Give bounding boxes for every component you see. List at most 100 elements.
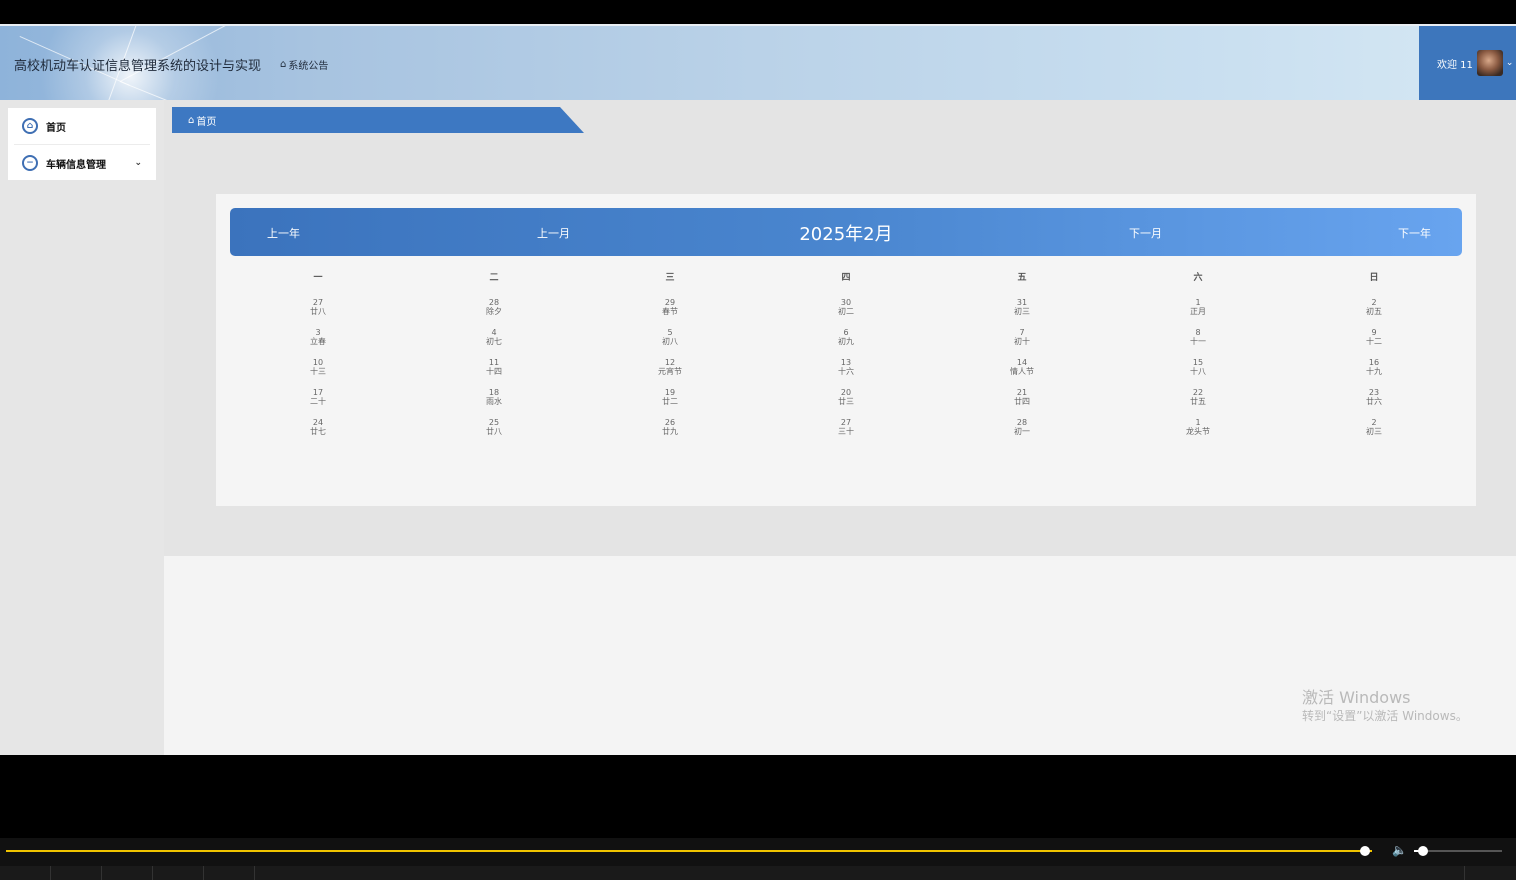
calendar-day[interactable]: 19 廿二 [582,388,758,418]
taskbar-divider [50,866,51,880]
calendar-day[interactable]: 24 廿七 [230,418,406,448]
lunar-date: 龙头节 [1186,427,1210,436]
home-icon: ⌂ [188,114,195,126]
sidebar-item-home[interactable]: ⌂ 首页 [8,108,156,144]
sidebar: ⌂ 首页 − 车辆信息管理 ⌄ [0,100,164,755]
sidebar-item-vehicle-info[interactable]: − 车辆信息管理 ⌄ [14,144,150,181]
calendar-day[interactable]: 23 廿六 [1286,388,1462,418]
day-number: 28 [1016,418,1028,427]
calendar-day[interactable]: 17 二十 [230,388,406,418]
calendar-day[interactable]: 3 立春 [230,328,406,358]
day-number: 27 [312,298,324,307]
chevron-down-icon: ⌄ [134,158,142,168]
calendar-day[interactable]: 5 初八 [582,328,758,358]
calendar-day[interactable]: 30 初二 [758,298,934,328]
weekday-label: 日 [1369,273,1379,283]
lunar-date: 除夕 [486,307,502,316]
notice-label: 系统公告 [288,61,329,72]
day-number: 14 [1016,358,1028,367]
calendar-day[interactable]: 26 廿九 [582,418,758,448]
volume-handle[interactable] [1417,846,1428,856]
calendar-day[interactable]: 14 情人节 [934,358,1110,388]
calendar-day[interactable]: 25 廿八 [406,418,582,448]
calendar-day[interactable]: 22 廿五 [1110,388,1286,418]
day-number: 2 [1371,298,1377,307]
lunar-date: 正月 [1190,307,1206,316]
lunar-date: 十六 [838,367,854,376]
lunar-date: 廿三 [838,397,854,406]
calendar-day[interactable]: 9 十二 [1286,328,1462,358]
progress-handle[interactable] [1360,846,1371,856]
calendar-day[interactable]: 11 十四 [406,358,582,388]
calendar-day[interactable]: 16 十九 [1286,358,1462,388]
next-month-button[interactable]: 下一月 [1129,225,1162,241]
app-title: 高校机动车认证信息管理系统的设计与实现 [14,59,262,74]
lunar-date: 廿八 [310,307,326,316]
avatar[interactable] [1476,50,1503,76]
lunar-date: 春节 [662,307,678,316]
calendar-day[interactable]: 28 初一 [934,418,1110,448]
prev-month-button[interactable]: 上一月 [537,225,570,241]
lunar-date: 元宵节 [658,367,682,376]
calendar-day[interactable]: 7 初十 [934,328,1110,358]
day-number: 26 [664,418,676,427]
calendar-day[interactable]: 2 初五 [1286,298,1462,328]
progress-bar[interactable] [6,850,1372,852]
taskbar-divider [1464,866,1465,880]
taskbar-divider [203,866,204,880]
lunar-date: 十三 [310,367,326,376]
calendar-header: 2025年2月 上一年 上一月 下一月 下一年 [230,208,1462,256]
day-number: 13 [840,358,852,367]
day-number: 5 [667,328,673,337]
lunar-date: 廿七 [310,427,326,436]
calendar-day[interactable]: 8 十一 [1110,328,1286,358]
calendar-day[interactable]: 4 初七 [406,328,582,358]
calendar-day[interactable]: 13 十六 [758,358,934,388]
calendar-day[interactable]: 1 正月 [1110,298,1286,328]
calendar-day[interactable]: 10 十三 [230,358,406,388]
calendar-day[interactable]: 27 廿八 [230,298,406,328]
lunar-date: 十九 [1366,367,1382,376]
day-number: 15 [1192,358,1204,367]
lunar-date: 初十 [1014,337,1030,346]
taskbar-divider [254,866,255,880]
breadcrumb[interactable]: ⌂ 首页 [172,107,584,133]
calendar-title: 2025年2月 [799,224,893,245]
sidebar-item-label: 首页 [46,122,66,134]
calendar-day[interactable]: 12 元宵节 [582,358,758,388]
calendar-day[interactable]: 31 初三 [934,298,1110,328]
volume-icon[interactable]: 🔈 [1392,843,1407,857]
calendar-day[interactable]: 18 雨水 [406,388,582,418]
home-icon: ⌂ [22,118,38,134]
prev-year-button[interactable]: 上一年 [267,225,300,241]
calendar-day[interactable]: 27 三十 [758,418,934,448]
user-menu[interactable]: 欢迎 11 ⌄ [1419,26,1516,100]
lunar-date: 情人节 [1010,367,1034,376]
calendar-day[interactable]: 28 除夕 [406,298,582,328]
calendar-day[interactable]: 6 初九 [758,328,934,358]
day-number: 17 [312,388,324,397]
calendar-day[interactable]: 29 春节 [582,298,758,328]
home-small-icon: ⌂ [280,59,287,70]
day-number: 28 [488,298,500,307]
day-number: 19 [664,388,676,397]
sidebar-item-label: 车辆信息管理 [46,159,106,171]
notice-link[interactable]: ⌂ 系统公告 [280,57,328,72]
lunar-date: 廿六 [1366,397,1382,406]
calendar-day[interactable]: 15 十八 [1110,358,1286,388]
calendar-day[interactable]: 21 廿四 [934,388,1110,418]
app-header: 高校机动车认证信息管理系统的设计与实现 ⌂ 系统公告 欢迎 11 ⌄ [0,26,1516,100]
weekday-label: 二 [489,273,499,283]
day-number: 11 [488,358,500,367]
calendar-week-row: 27 廿八 28 除夕 29 春节 30 初二 31 初三 1 正月 2 初五 [230,298,1462,328]
calendar-day[interactable]: 2 初三 [1286,418,1462,448]
calendar-day[interactable]: 20 廿三 [758,388,934,418]
lunar-date: 廿九 [662,427,678,436]
lunar-date: 立春 [310,337,326,346]
activation-watermark-hint: 转到“设置”以激活 Windows。 [1302,709,1468,723]
calendar-week-row: 24 廿七 25 廿八 26 廿九 27 三十 28 初一 1 龙头节 2 初三 [230,418,1462,448]
next-year-button[interactable]: 下一年 [1398,225,1431,241]
calendar-day[interactable]: 1 龙头节 [1110,418,1286,448]
taskbar-divider [152,866,153,880]
calendar-week-row: 3 立春 4 初七 5 初八 6 初九 7 初十 8 十一 9 十二 [230,328,1462,358]
